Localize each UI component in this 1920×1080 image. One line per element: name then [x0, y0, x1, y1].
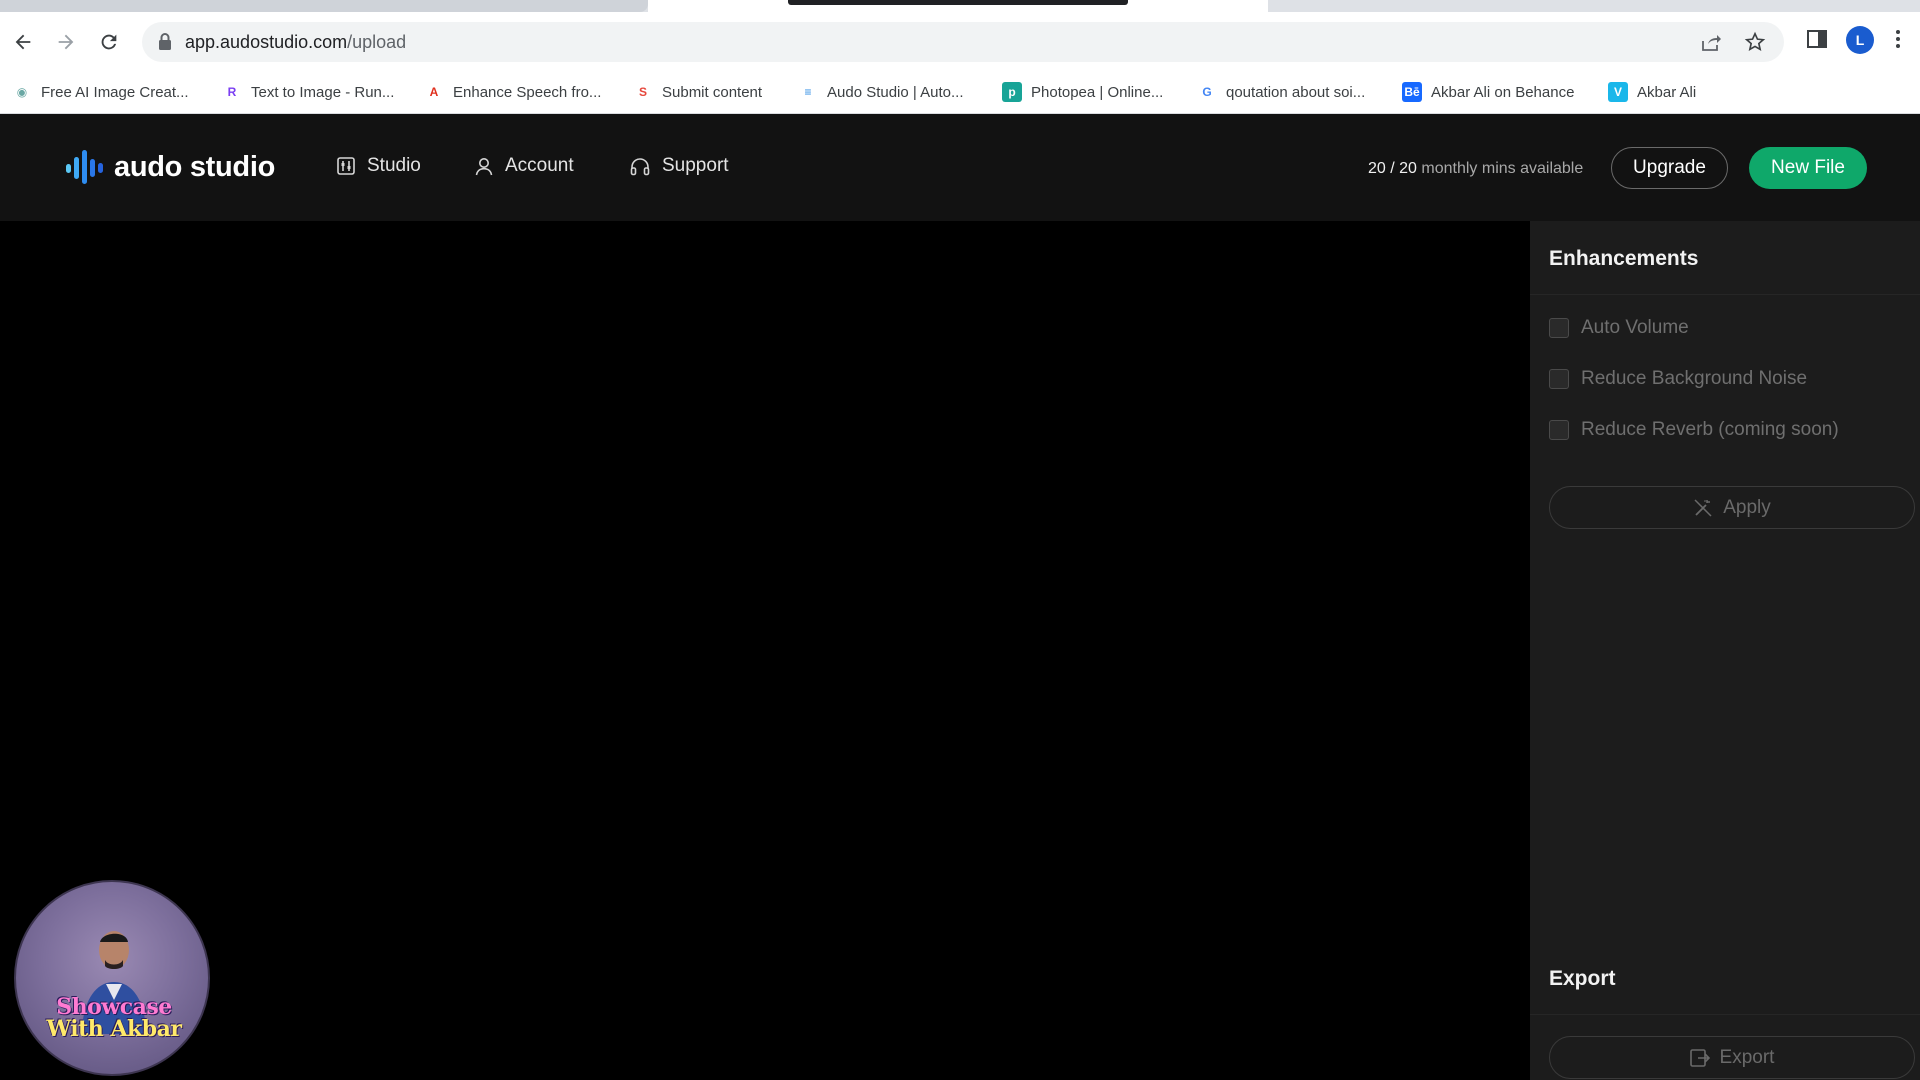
export-label: Export — [1719, 1046, 1775, 1068]
nav-account[interactable]: Account — [475, 155, 574, 177]
bookmark-label: Photopea | Online... — [1031, 83, 1164, 101]
bookmark-label: Free AI Image Creat... — [41, 83, 189, 101]
user-icon — [475, 157, 493, 175]
forward-arrow-icon — [58, 34, 74, 50]
app-header: audo studio Studio Account Support 20 / … — [0, 114, 1920, 221]
profile-avatar[interactable]: L — [1846, 26, 1874, 54]
url-text: app.audostudio.com/upload — [185, 32, 407, 52]
nav-studio[interactable]: Studio — [337, 155, 421, 177]
option-reduce-background-noise[interactable]: Reduce Background Noise — [1549, 368, 1807, 390]
bookmark-label: Submit content — [662, 83, 763, 101]
browser-toolbar: app.audostudio.com/upload L — [0, 12, 1920, 71]
apply-label: Apply — [1723, 496, 1771, 518]
google-icon: G — [1202, 85, 1212, 99]
export-title: Export — [1549, 967, 1616, 990]
minutes-quota: 20 / 20 monthly mins available — [1368, 160, 1583, 178]
divider — [1530, 1014, 1920, 1015]
enhancements-panel: Enhancements Auto Volume Reduce Backgrou… — [1530, 221, 1920, 1080]
auto-volume-checkbox[interactable] — [1549, 318, 1569, 338]
bookmark-item[interactable]: S Submit content — [633, 81, 762, 103]
reduce-noise-checkbox[interactable] — [1549, 369, 1569, 389]
new-file-button[interactable]: New File — [1749, 147, 1867, 189]
overlay-line-2: With Akbar — [46, 1016, 182, 1042]
runway-icon: R — [227, 85, 237, 99]
bookmark-item[interactable]: R Text to Image - Run... — [222, 81, 395, 103]
quota-count: 20 / 20 — [1368, 160, 1417, 177]
divider — [1530, 294, 1920, 295]
waveform-logo-icon — [66, 150, 103, 184]
bookmark-label: Text to Image - Run... — [251, 83, 395, 101]
bookmark-item[interactable]: Bē Akbar Ali on Behance — [1402, 81, 1574, 103]
option-auto-volume[interactable]: Auto Volume — [1549, 317, 1689, 339]
address-bar[interactable]: app.audostudio.com/upload — [142, 22, 1784, 62]
studio-icon — [337, 157, 355, 175]
audo-icon: ≡ — [804, 85, 812, 99]
ai-image-icon: ◉ — [16, 85, 28, 99]
overlay-line-1: Showcase — [56, 994, 172, 1020]
lock-icon — [159, 33, 171, 50]
export-button[interactable]: Export — [1549, 1036, 1915, 1079]
browser-active-tab[interactable] — [648, 0, 1268, 12]
option-reduce-reverb[interactable]: Reduce Reverb (coming soon) — [1549, 419, 1839, 441]
apply-button[interactable]: Apply — [1549, 486, 1915, 529]
enhancements-title: Enhancements — [1549, 247, 1699, 270]
kebab-menu-icon[interactable] — [1895, 28, 1901, 50]
bookmark-item[interactable]: Gqoutation about soi... — [1197, 81, 1365, 103]
bookmark-label: Enhance Speech fro... — [453, 83, 602, 101]
vimeo-icon: V — [1608, 82, 1628, 102]
bookmarks-bar: ◉ Free AI Image Creat... R Text to Image - … — [0, 71, 1920, 114]
auto-volume-label: Auto Volume — [1581, 317, 1689, 338]
browser-tab[interactable] — [0, 0, 648, 12]
bookmark-label: qoutation about soi... — [1226, 83, 1366, 101]
forward-button[interactable] — [52, 28, 80, 56]
nav-studio-label: Studio — [367, 155, 421, 176]
quota-text: monthly mins available — [1421, 160, 1584, 177]
logo-text: audo studio — [114, 150, 276, 183]
adobe-icon: A — [429, 85, 439, 99]
bookmark-item[interactable]: ◉ Free AI Image Creat... — [12, 81, 189, 103]
bookmark-label: Audo Studio | Auto... — [827, 83, 964, 101]
bookmark-item[interactable]: ≡ Audo Studio | Auto... — [798, 81, 964, 103]
nav-support-label: Support — [662, 155, 729, 176]
bookmark-label: Akbar Ali — [1637, 83, 1697, 101]
export-icon — [1689, 1048, 1710, 1067]
nav-account-label: Account — [505, 155, 574, 176]
webcam-overlay: Showcase With Akbar — [14, 880, 210, 1076]
share-icon[interactable] — [1700, 32, 1722, 52]
bookmark-item[interactable]: p Photopea | Online... — [1002, 81, 1163, 103]
magic-wand-off-icon — [1694, 498, 1712, 517]
reload-button[interactable] — [95, 28, 123, 56]
side-panel-icon[interactable] — [1806, 28, 1828, 50]
bookmark-item[interactable]: V Akbar Ali — [1608, 81, 1696, 103]
reduce-reverb-checkbox[interactable] — [1549, 420, 1569, 440]
back-arrow-icon — [15, 34, 31, 50]
editor-canvas — [0, 221, 1530, 1080]
tab-title-fragment — [788, 0, 1128, 5]
back-button[interactable] — [9, 28, 37, 56]
photopea-icon: p — [1002, 82, 1022, 102]
nav-support[interactable]: Support — [630, 155, 729, 177]
bookmark-item[interactable]: A Enhance Speech fro... — [424, 81, 602, 103]
submit-icon: S — [638, 85, 647, 99]
reduce-noise-label: Reduce Background Noise — [1581, 368, 1808, 389]
bookmark-star-icon[interactable] — [1744, 31, 1766, 53]
audo-logo[interactable]: audo studio — [66, 150, 275, 184]
behance-icon: Bē — [1402, 82, 1422, 102]
reduce-reverb-label: Reduce Reverb (coming soon) — [1581, 419, 1839, 440]
headphones-icon — [630, 157, 650, 175]
browser-tab-strip — [0, 0, 1920, 12]
bookmark-label: Akbar Ali on Behance — [1431, 83, 1575, 101]
reload-icon — [101, 34, 117, 50]
upgrade-button[interactable]: Upgrade — [1611, 147, 1728, 189]
